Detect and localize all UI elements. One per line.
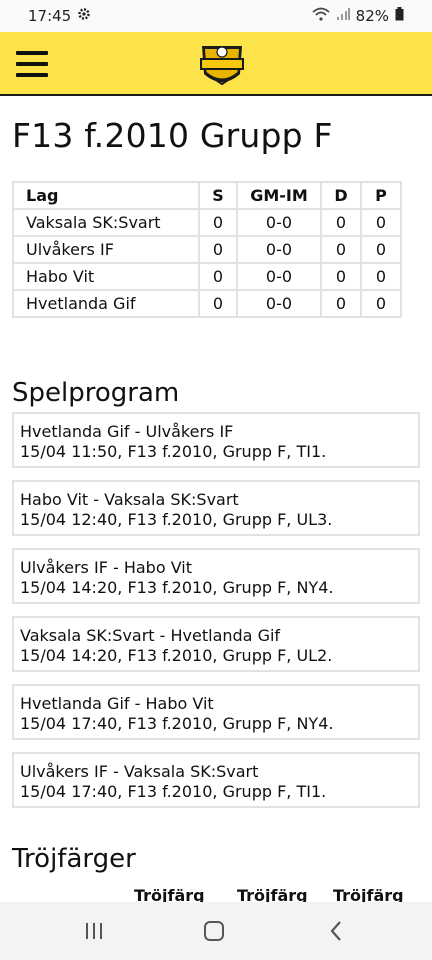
diff-value: 0 — [320, 262, 362, 291]
goals-value: 0-0 — [236, 208, 322, 237]
match-details: 15/04 11:50, F13 f.2010, Grupp F, TI1. — [20, 442, 327, 461]
diff-value: 0 — [320, 208, 362, 237]
table-row: Ulvåkers IF 0 0-0 0 0 — [12, 235, 402, 264]
system-nav-bar — [0, 902, 432, 960]
table-row: Habo Vit 0 0-0 0 0 — [12, 262, 402, 291]
col-header-points: P — [360, 181, 402, 210]
status-bar: 17:45 82% — [0, 0, 432, 32]
recents-icon[interactable] — [74, 916, 114, 946]
schedule-heading: Spelprogram — [12, 378, 180, 408]
match-teams: Ulvåkers IF - Vaksala SK:Svart — [20, 762, 259, 781]
points-value: 0 — [360, 289, 402, 318]
battery-percent: 82% — [355, 7, 389, 25]
col-header-diff: D — [320, 181, 362, 210]
table-row: Hvetlanda Gif 0 0-0 0 0 — [12, 289, 402, 318]
points-value: 0 — [360, 235, 402, 264]
match-teams: Ulvåkers IF - Habo Vit — [20, 558, 193, 577]
match-details: 15/04 12:40, F13 f.2010, Grupp F, UL3. — [20, 510, 333, 529]
match-details: 15/04 14:20, F13 f.2010, Grupp F, UL2. — [20, 646, 333, 665]
standings-header-row: Lag S GM-IM D P — [12, 181, 402, 210]
match-teams: Hvetlanda Gif - Habo Vit — [20, 694, 214, 713]
wifi-icon — [312, 7, 330, 25]
home-icon[interactable] — [194, 916, 234, 946]
match-card[interactable]: Vaksala SK:Svart - Hvetlanda Gif 15/04 1… — [12, 616, 420, 672]
team-name: Hvetlanda Gif — [12, 289, 200, 318]
played-value: 0 — [198, 289, 238, 318]
team-name: Ulvåkers IF — [12, 235, 200, 264]
goals-value: 0-0 — [236, 289, 322, 318]
match-details: 15/04 17:40, F13 f.2010, Grupp F, TI1. — [20, 782, 327, 801]
team-name: Vaksala SK:Svart — [12, 208, 200, 237]
played-value: 0 — [198, 235, 238, 264]
points-value: 0 — [360, 208, 402, 237]
back-icon[interactable] — [316, 916, 356, 946]
kits-heading: Tröjfärger — [12, 844, 136, 874]
match-details: 15/04 14:20, F13 f.2010, Grupp F, NY4. — [20, 578, 334, 597]
match-list: Hvetlanda Gif - Ulvåkers IF 15/04 11:50,… — [12, 412, 420, 820]
diff-value: 0 — [320, 235, 362, 264]
goals-value: 0-0 — [236, 262, 322, 291]
match-card[interactable]: Ulvåkers IF - Vaksala SK:Svart 15/04 17:… — [12, 752, 420, 808]
points-value: 0 — [360, 262, 402, 291]
match-teams: Vaksala SK:Svart - Hvetlanda Gif — [20, 626, 281, 645]
match-card[interactable]: Hvetlanda Gif - Ulvåkers IF 15/04 11:50,… — [12, 412, 420, 468]
played-value: 0 — [198, 262, 238, 291]
match-teams: Hvetlanda Gif - Ulvåkers IF — [20, 422, 234, 441]
battery-icon — [395, 7, 404, 25]
diff-value: 0 — [320, 289, 362, 318]
played-value: 0 — [198, 208, 238, 237]
match-card[interactable]: Ulvåkers IF - Habo Vit 15/04 14:20, F13 … — [12, 548, 420, 604]
match-card[interactable]: Hvetlanda Gif - Habo Vit 15/04 17:40, F1… — [12, 684, 420, 740]
col-header-played: S — [198, 181, 238, 210]
hamburger-menu-icon[interactable] — [16, 49, 50, 79]
page-title: F13 f.2010 Grupp F — [12, 116, 333, 155]
standings-table: Lag S GM-IM D P Vaksala SK:Svart 0 0-0 0… — [12, 181, 402, 318]
col-header-goals: GM-IM — [236, 181, 322, 210]
status-time: 17:45 — [28, 7, 72, 25]
goals-value: 0-0 — [236, 235, 322, 264]
match-details: 15/04 17:40, F13 f.2010, Grupp F, NY4. — [20, 714, 334, 733]
table-row: Vaksala SK:Svart 0 0-0 0 0 — [12, 208, 402, 237]
cup-logo-icon[interactable] — [196, 40, 248, 90]
col-header-team: Lag — [12, 181, 200, 210]
team-name: Habo Vit — [12, 262, 200, 291]
match-card[interactable]: Habo Vit - Vaksala SK:Svart 15/04 12:40,… — [12, 480, 420, 536]
app-header — [0, 32, 432, 96]
match-teams: Habo Vit - Vaksala SK:Svart — [20, 490, 239, 509]
settings-gear-icon — [77, 7, 91, 25]
signal-icon — [336, 7, 350, 25]
